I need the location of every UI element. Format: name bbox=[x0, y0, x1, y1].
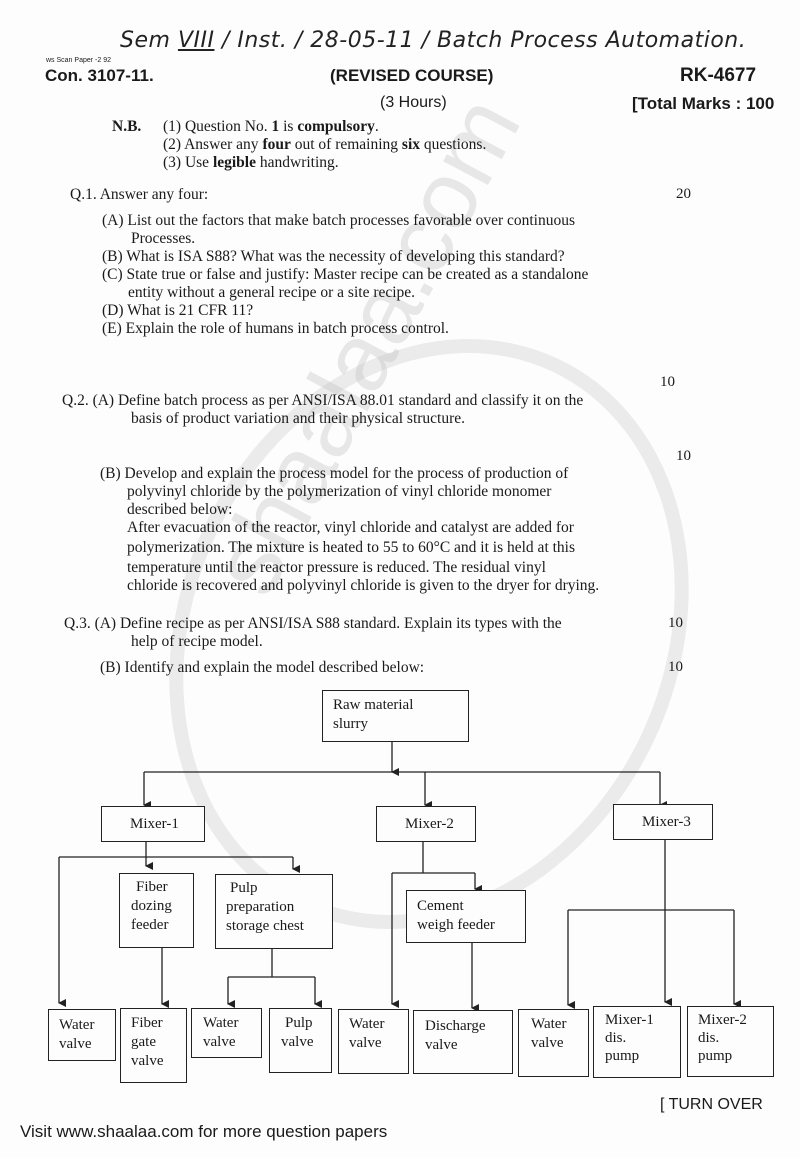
node-water-valve-2: Water valve bbox=[191, 1008, 262, 1058]
node-fiber-gate-valve: Fiber gate valve bbox=[120, 1008, 187, 1083]
node-water-valve-3: Water valve bbox=[338, 1009, 409, 1074]
node-raw-material: Raw material slurry bbox=[322, 690, 469, 742]
visit-link[interactable]: Visit www.shaalaa.com for more question … bbox=[20, 1122, 387, 1142]
node-mixer-1: Mixer-1 bbox=[101, 806, 205, 842]
node-discharge-valve: Discharge valve bbox=[413, 1010, 513, 1074]
node-mixer-2-dis-pump: Mixer-2 dis. pump bbox=[687, 1006, 774, 1077]
node-fiber-dozing-feeder: Fiber dozing feeder bbox=[119, 873, 194, 948]
node-mixer-3: Mixer-3 bbox=[613, 804, 713, 840]
node-water-valve-4: Water valve bbox=[518, 1009, 589, 1077]
node-pulp-valve: Pulp valve bbox=[269, 1008, 332, 1073]
node-pulp-preparation: Pulp preparation storage chest bbox=[215, 874, 333, 949]
node-mixer-1-dis-pump: Mixer-1 dis. pump bbox=[593, 1006, 681, 1078]
turn-over: [ TURN OVER bbox=[660, 1096, 763, 1113]
node-water-valve-1: Water valve bbox=[48, 1009, 116, 1061]
node-cement-weigh-feeder: Cement weigh feeder bbox=[406, 890, 526, 943]
node-mixer-2: Mixer-2 bbox=[376, 806, 476, 842]
diagram-connectors bbox=[58, 741, 741, 1012]
